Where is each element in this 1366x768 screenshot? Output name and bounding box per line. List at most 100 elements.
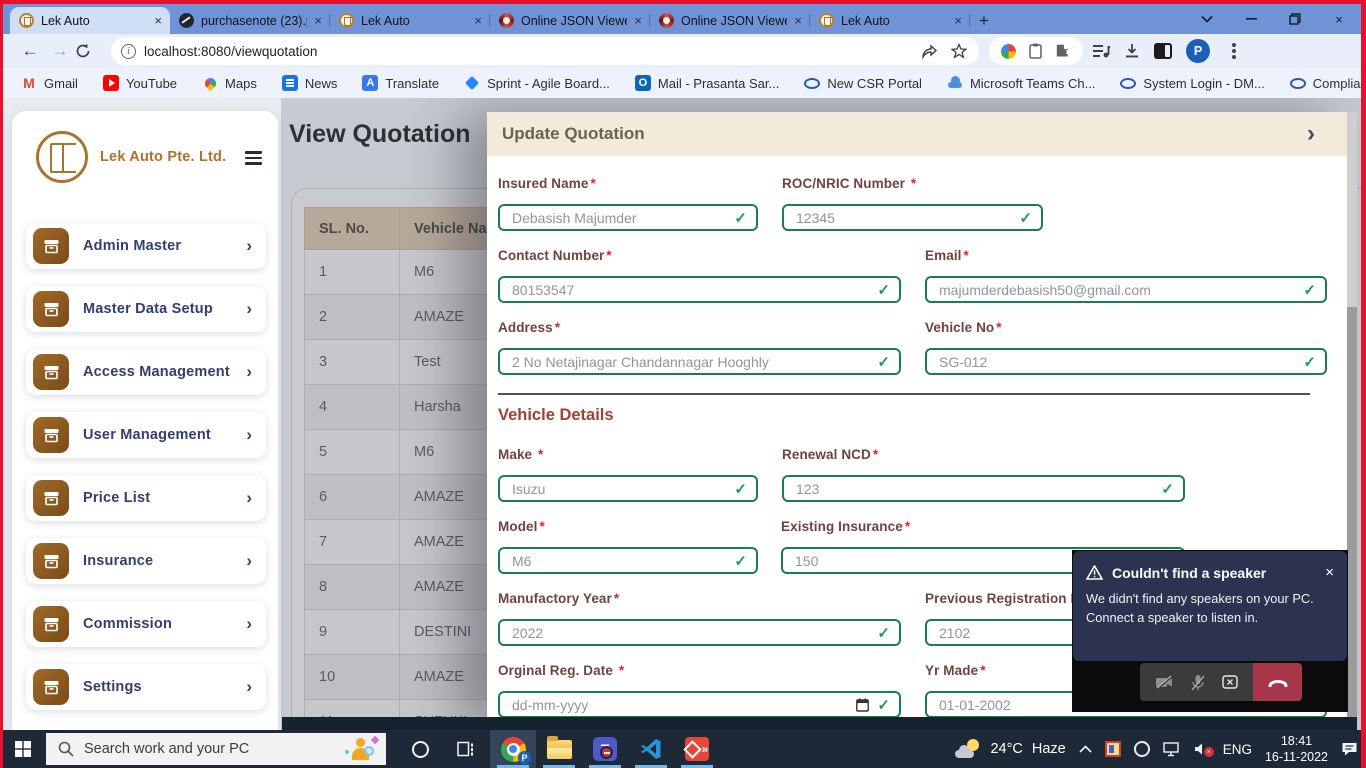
taskbar-redapp[interactable]: [674, 730, 720, 768]
sidebar-item-commission[interactable]: Commission ›: [26, 601, 266, 647]
input-value: 2102: [939, 625, 970, 641]
sidebar-item-settings[interactable]: Settings ›: [26, 664, 266, 710]
panel-collapse-chevron-icon[interactable]: ›: [1307, 122, 1315, 146]
weather-widget[interactable]: 24°C Haze: [955, 739, 1065, 759]
start-button[interactable]: [0, 730, 46, 768]
notification-close-icon[interactable]: ×: [1325, 564, 1334, 581]
browser-tab[interactable]: Lek Auto ×: [10, 7, 170, 34]
task-view-icon[interactable]: [457, 741, 474, 757]
calendar-icon[interactable]: [856, 698, 869, 712]
taskbar-chrome[interactable]: P: [490, 730, 536, 768]
extensions-puzzle-icon[interactable]: [1055, 43, 1071, 59]
taskbar-teams[interactable]: [582, 730, 628, 768]
tab-close-icon[interactable]: ×: [794, 13, 802, 28]
browser-tab[interactable]: Lek Auto ×: [810, 7, 970, 34]
camera-off-icon[interactable]: [1155, 675, 1174, 690]
clock-time: 18:41: [1265, 733, 1328, 749]
sidebar-item-price-list[interactable]: Price List ›: [26, 475, 266, 521]
site-info-icon[interactable]: i: [121, 44, 136, 59]
input-value: Debasish Majumder: [512, 210, 637, 226]
close-window-control-icon[interactable]: [1222, 675, 1238, 689]
orginal-reg-date-input[interactable]: dd-mm-yyyy ✓: [498, 691, 901, 718]
tab-close-icon[interactable]: ×: [954, 13, 962, 28]
bookmark-item[interactable]: Microsoft Teams Ch...: [947, 75, 1095, 91]
bookmark-item[interactable]: System Login - DM...: [1120, 75, 1264, 91]
action-center-icon[interactable]: [1341, 741, 1358, 757]
bookmark-item[interactable]: News: [282, 75, 338, 91]
photos-extension-icon[interactable]: [1001, 44, 1016, 59]
bookmark-item[interactable]: Gmail: [21, 75, 78, 91]
roc-nric-input[interactable]: 12345 ✓: [782, 204, 1043, 231]
make-input[interactable]: Isuzu ✓: [498, 475, 758, 502]
taskbar-clock[interactable]: 18:41 16-11-2022: [1265, 733, 1328, 766]
language-indicator[interactable]: ENG: [1223, 742, 1252, 757]
forward-button[interactable]: →: [45, 41, 75, 61]
taskbar-file-explorer[interactable]: [536, 730, 582, 768]
minimize-button[interactable]: [1229, 4, 1273, 34]
tab-close-icon[interactable]: ×: [314, 13, 322, 28]
chevron-right-icon: ›: [246, 236, 252, 256]
tray-app-icon[interactable]: [1105, 741, 1121, 757]
field-label: Existing Insurance: [781, 519, 1185, 534]
reload-button[interactable]: [75, 43, 105, 59]
model-input[interactable]: M6 ✓: [498, 547, 758, 574]
sidebar-item-user-management[interactable]: User Management ›: [26, 412, 266, 458]
email-input[interactable]: majumderdebasish50@gmail.com ✓: [925, 276, 1327, 303]
insured-name-input[interactable]: Debasish Majumder ✓: [498, 204, 758, 231]
bookmark-item[interactable]: Mail - Prasanta Sar...: [635, 75, 779, 91]
tab-close-icon[interactable]: ×: [154, 13, 162, 28]
valid-check-icon: ✓: [877, 353, 890, 371]
address-input[interactable]: 2 No Netajinagar Chandannagar Hooghly ✓: [498, 348, 901, 375]
sidebar-item-admin-master[interactable]: Admin Master ›: [26, 223, 266, 269]
sidebar-item-insurance[interactable]: Insurance ›: [26, 538, 266, 584]
contact-number-input[interactable]: 80153547 ✓: [498, 276, 901, 303]
tab-close-icon[interactable]: ×: [634, 13, 642, 28]
hang-up-button[interactable]: [1253, 663, 1302, 701]
back-button[interactable]: ←: [15, 41, 45, 61]
tab-search-chevron-icon[interactable]: [1185, 4, 1229, 34]
network-icon[interactable]: [1163, 742, 1181, 757]
bookmark-item[interactable]: ComplianceDocum...: [1290, 75, 1366, 91]
maximize-button[interactable]: [1273, 4, 1317, 34]
tray-expand-chevron-icon[interactable]: [1079, 745, 1092, 753]
bookmark-item[interactable]: Maps: [202, 75, 257, 91]
browser-menu-icon[interactable]: [1232, 49, 1236, 53]
renewal-ncd-input[interactable]: 123 ✓: [782, 475, 1185, 502]
profile-avatar[interactable]: P: [1186, 39, 1210, 63]
manufactory-year-input[interactable]: 2022 ✓: [498, 619, 901, 646]
taskbar-vscode[interactable]: [628, 730, 674, 768]
bookmark-item[interactable]: Sprint - Agile Board...: [464, 75, 610, 91]
media-list-icon[interactable]: [1093, 44, 1110, 58]
cortana-icon[interactable]: [412, 741, 429, 758]
sidebar-header: Lek Auto Pte. Ltd.: [12, 111, 278, 183]
taskbar-search[interactable]: Search work and your PC: [46, 733, 386, 765]
tab-close-icon[interactable]: ×: [474, 13, 482, 28]
browser-tab[interactable]: Lek Auto ×: [330, 7, 490, 34]
scrollbar-thumb[interactable]: [1347, 112, 1357, 307]
side-panel-icon[interactable]: [1154, 43, 1172, 59]
vehicle-no-input[interactable]: SG-012 ✓: [925, 348, 1327, 375]
volume-muted-icon[interactable]: ×: [1194, 742, 1210, 756]
bookmark-favicon: [1290, 75, 1306, 91]
bookmark-item[interactable]: Translate: [362, 75, 439, 91]
tray-ring-icon[interactable]: [1134, 741, 1150, 757]
address-bar[interactable]: i localhost:8080/viewquotation: [111, 37, 979, 65]
close-window-button[interactable]: ×: [1317, 4, 1361, 34]
panel-scrollbar[interactable]: [1347, 112, 1357, 730]
bookmark-star-icon[interactable]: [951, 43, 967, 59]
share-icon[interactable]: [921, 44, 937, 59]
browser-tab[interactable]: Online JSON Viewer ×: [490, 7, 650, 34]
downloads-icon[interactable]: [1124, 43, 1140, 59]
bookmark-item[interactable]: New CSR Portal: [804, 75, 922, 91]
browser-tab[interactable]: purchasenote (23).pdf ×: [170, 7, 330, 34]
sidebar-toggle-icon[interactable]: [245, 149, 262, 165]
sidebar-item-access-management[interactable]: Access Management ›: [26, 349, 266, 395]
sidebar-item-master-data-setup[interactable]: Master Data Setup ›: [26, 286, 266, 332]
clipboard-extension-icon[interactable]: [1029, 43, 1042, 59]
field-label: Insured Name: [498, 176, 758, 191]
browser-tab[interactable]: Online JSON Viewer ×: [650, 7, 810, 34]
bookmark-item[interactable]: YouTube: [103, 75, 177, 91]
url-text[interactable]: localhost:8080/viewquotation: [144, 44, 913, 59]
new-tab-button[interactable]: +: [970, 7, 998, 34]
mic-off-icon[interactable]: [1191, 674, 1205, 691]
